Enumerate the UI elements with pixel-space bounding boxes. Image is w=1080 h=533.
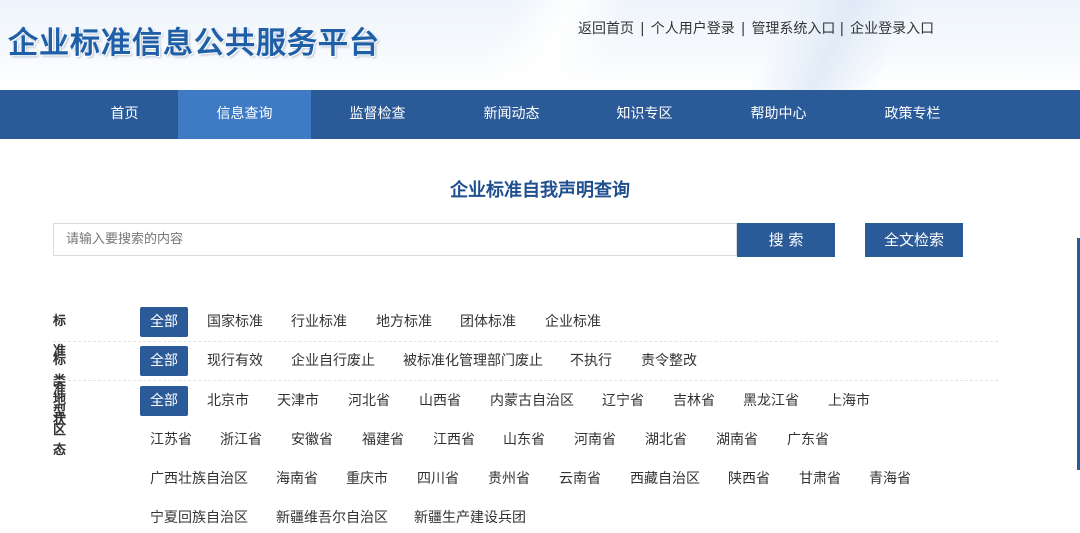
region-option[interactable]: 新疆维吾尔自治区: [276, 503, 388, 533]
region-option[interactable]: 江苏省: [150, 425, 192, 455]
header-decoration: [430, 0, 670, 90]
header-decoration: [700, 0, 960, 90]
admin-entry-link[interactable]: 管理系统入口: [751, 21, 835, 37]
nav-help[interactable]: 帮助中心: [712, 90, 845, 139]
region-option[interactable]: 甘肃省: [799, 464, 841, 494]
status-option[interactable]: 不执行: [570, 346, 612, 376]
region-option[interactable]: 内蒙古自治区: [490, 386, 574, 416]
page-title: 企业标准自我声明查询: [450, 180, 630, 201]
filter-label-type: 标准类型: [53, 314, 67, 419]
nav-supervision[interactable]: 监督检查: [311, 90, 444, 139]
main-nav: 首页 信息查询 监督检查 新闻动态 知识专区 帮助中心 政策专栏: [0, 90, 1080, 139]
filter-label-status: 标准状态: [53, 353, 67, 458]
region-option[interactable]: 广西壮族自治区: [150, 464, 248, 494]
nav-info-query[interactable]: 信息查询: [178, 90, 311, 139]
region-option[interactable]: 青海省: [869, 464, 911, 494]
type-option[interactable]: 国家标准: [207, 307, 263, 337]
region-option[interactable]: 河南省: [574, 425, 616, 455]
region-option[interactable]: 上海市: [828, 386, 870, 416]
region-option[interactable]: 全部: [140, 386, 188, 416]
site-header: 企业标准信息公共服务平台 返回首页 | 个人用户登录 | 管理系统入口 | 企业登录入口: [0, 0, 1080, 90]
type-option[interactable]: 全部: [140, 307, 188, 337]
nav-policy[interactable]: 政策专栏: [846, 90, 979, 139]
region-option[interactable]: 北京市: [207, 386, 249, 416]
region-option[interactable]: 云南省: [559, 464, 601, 494]
region-option[interactable]: 江西省: [433, 425, 475, 455]
type-option[interactable]: 地方标准: [376, 307, 432, 337]
link-separator: |: [640, 21, 645, 37]
region-option[interactable]: 山东省: [503, 425, 545, 455]
region-option[interactable]: 黑龙江省: [743, 386, 799, 416]
site-logo[interactable]: 企业标准信息公共服务平台: [8, 18, 380, 62]
status-option[interactable]: 全部: [140, 346, 188, 376]
region-option[interactable]: 安徽省: [291, 425, 333, 455]
status-option[interactable]: 现行有效: [207, 346, 263, 376]
region-option[interactable]: 辽宁省: [602, 386, 644, 416]
region-option[interactable]: 吉林省: [673, 386, 715, 416]
region-option[interactable]: 四川省: [417, 464, 459, 494]
status-option[interactable]: 责令整改: [641, 346, 697, 376]
home-link[interactable]: 返回首页: [578, 21, 634, 37]
row-divider: [53, 380, 998, 381]
region-option[interactable]: 宁夏回族自治区: [150, 503, 248, 533]
type-option[interactable]: 团体标准: [460, 307, 516, 337]
search-button[interactable]: 搜 索: [737, 223, 835, 257]
region-option[interactable]: 新疆生产建设兵团: [414, 503, 526, 533]
link-separator: |: [839, 21, 845, 37]
nav-news[interactable]: 新闻动态: [445, 90, 578, 139]
region-option[interactable]: 河北省: [348, 386, 390, 416]
region-option[interactable]: 湖南省: [716, 425, 758, 455]
nav-knowledge[interactable]: 知识专区: [578, 90, 711, 139]
region-option[interactable]: 山西省: [419, 386, 461, 416]
region-option[interactable]: 广东省: [787, 425, 829, 455]
status-option[interactable]: 被标准化管理部门废止: [403, 346, 543, 376]
region-option[interactable]: 西藏自治区: [630, 464, 700, 494]
type-option[interactable]: 行业标准: [291, 307, 347, 337]
region-option[interactable]: 重庆市: [346, 464, 388, 494]
status-option[interactable]: 企业自行废止: [291, 346, 375, 376]
link-separator: |: [740, 21, 746, 37]
personal-login-link[interactable]: 个人用户登录: [651, 21, 735, 37]
region-option[interactable]: 海南省: [276, 464, 318, 494]
row-divider: [53, 341, 998, 342]
region-option[interactable]: 湖北省: [645, 425, 687, 455]
region-option[interactable]: 福建省: [362, 425, 404, 455]
region-option[interactable]: 贵州省: [488, 464, 530, 494]
top-links: 返回首页 | 个人用户登录 | 管理系统入口 | 企业登录入口: [578, 18, 934, 38]
region-option[interactable]: 天津市: [277, 386, 319, 416]
filter-label-region: 地区: [53, 393, 67, 438]
region-option[interactable]: 浙江省: [220, 425, 262, 455]
fulltext-search-button[interactable]: 全文检索: [865, 223, 963, 257]
enterprise-login-link[interactable]: 企业登录入口: [850, 21, 934, 37]
nav-home[interactable]: 首页: [58, 90, 191, 139]
search-input[interactable]: [53, 223, 737, 256]
region-option[interactable]: 陕西省: [728, 464, 770, 494]
type-option[interactable]: 企业标准: [545, 307, 601, 337]
